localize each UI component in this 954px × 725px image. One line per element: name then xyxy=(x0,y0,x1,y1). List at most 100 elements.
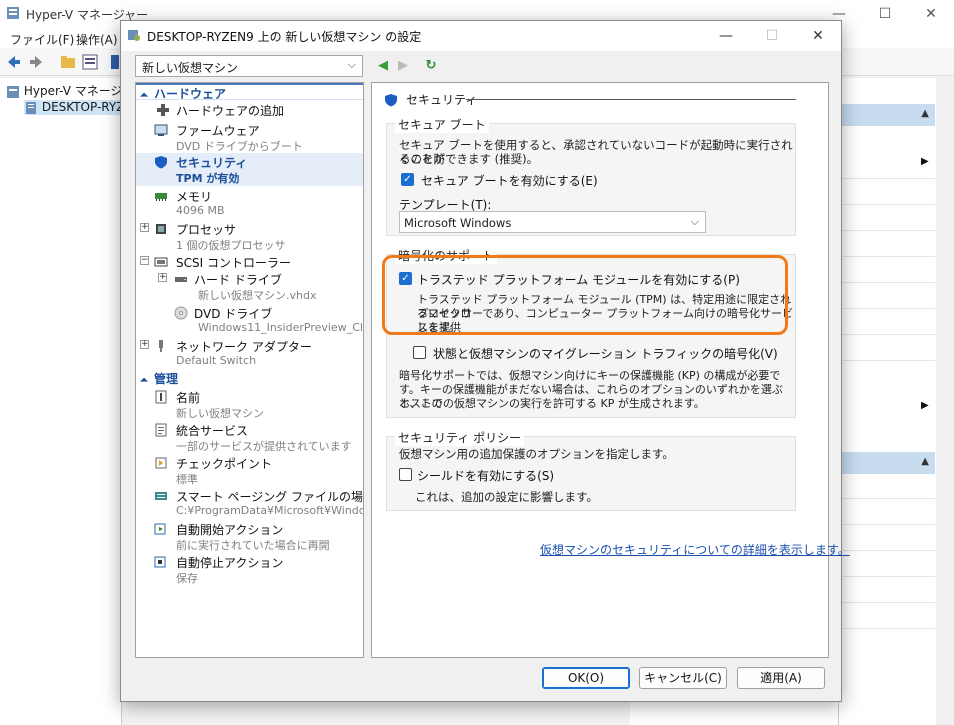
scsi-controller-icon xyxy=(154,257,168,267)
menu-action[interactable]: 操作(A) xyxy=(76,31,118,48)
bg-scrollbar[interactable] xyxy=(936,78,954,725)
refresh-icon[interactable]: ↻ xyxy=(423,57,439,73)
name-icon xyxy=(155,390,167,404)
migration-encryption-checkbox[interactable] xyxy=(413,346,426,359)
bg-submenu-arrow-icon[interactable]: ▶ xyxy=(921,400,929,411)
management-section-header[interactable]: ⏶ 管理 xyxy=(136,370,363,387)
bg-divider xyxy=(839,230,935,231)
vm-selector-value: 新しい仮想マシン xyxy=(142,61,239,75)
smart-paging-icon xyxy=(155,492,167,500)
security-policy-group: セキュリティ ポリシー 仮想マシン用の追加保護のオプションを指定します。 シール… xyxy=(386,429,796,511)
list-item-scsi-controller[interactable]: − SCSI コントローラー xyxy=(136,253,363,271)
secure-boot-group-label: セキュア ブート xyxy=(395,116,489,133)
template-dropdown[interactable]: Microsoft Windows ⌵ xyxy=(399,211,706,233)
hyperv-manager-icon xyxy=(7,85,19,98)
settings-list: ⏶ ハードウェア ハードウェアの追加 ファームウェア DVD ドライブからブート … xyxy=(135,82,364,658)
security-settings-pane: セキュリティ セキュア ブート セキュア ブートを使用すると、承認されていないコ… xyxy=(371,82,850,658)
add-hardware-icon xyxy=(157,104,169,116)
apply-button[interactable]: 適用(A) xyxy=(737,667,825,689)
list-item-name[interactable]: 名前 新しい仮想マシン xyxy=(136,388,363,420)
expand-icon[interactable]: + xyxy=(140,340,149,349)
bg-divider xyxy=(839,360,935,361)
menu-file[interactable]: ファイル(F) xyxy=(10,31,74,48)
tree-host-label: DESKTOP-RYZ xyxy=(41,100,125,114)
list-item-network-adapter[interactable]: + ネットワーク アダプター Default Switch xyxy=(136,337,363,369)
previous-arrow-icon[interactable]: ◀ xyxy=(375,57,391,73)
folder-icon[interactable] xyxy=(60,54,76,70)
bg-tree-pane: Hyper-V マネージャー DESKTOP-RYZ xyxy=(0,78,146,725)
list-item-firmware[interactable]: ファームウェア DVD ドライブからブート xyxy=(136,121,363,153)
dialog-title: DESKTOP-RYZEN9 上の 新しい仮想マシン の設定 xyxy=(147,30,422,44)
list-item-hard-drive[interactable]: + ハード ドライブ 新しい仮想マシン.vhdx xyxy=(136,270,363,302)
hyperv-app-icon xyxy=(7,7,19,19)
settings-app-icon xyxy=(128,30,140,41)
shield-checkbox[interactable] xyxy=(399,468,412,481)
bg-divider xyxy=(839,628,935,629)
kp-desc-1: 暗号化サポートでは、仮想マシン向けにキーの保護機能 (KP) の構成が必要で xyxy=(399,369,781,382)
collapse-icon[interactable]: − xyxy=(140,256,149,265)
expand-icon[interactable]: + xyxy=(158,273,167,282)
forward-arrow-icon[interactable] xyxy=(28,54,44,70)
list-item-memory[interactable]: メモリ 4096 MB xyxy=(136,187,363,219)
bg-divider xyxy=(839,524,935,525)
list-item-add-hardware[interactable]: ハードウェアの追加 xyxy=(136,101,363,119)
bg-divider xyxy=(839,204,935,205)
hardware-section-header[interactable]: ⏶ ハードウェア xyxy=(136,83,363,101)
bg-submenu-arrow-icon[interactable]: ▶ xyxy=(921,156,929,167)
bg-actions-header-2[interactable]: ▲ xyxy=(839,452,935,474)
bg-actions-header-1[interactable]: ▲ xyxy=(839,104,935,126)
dialog-titlebar: DESKTOP-RYZEN9 上の 新しい仮想マシン の設定 — ☐ ✕ xyxy=(121,21,841,51)
bg-divider xyxy=(839,334,935,335)
vm-selector[interactable]: 新しい仮想マシン ⌵ xyxy=(135,55,363,77)
bg-close-button[interactable]: ✕ xyxy=(908,0,954,28)
integration-services-icon xyxy=(155,423,167,437)
view-icon[interactable] xyxy=(82,54,98,70)
list-item-checkpoint[interactable]: チェックポイント 標準 xyxy=(136,454,363,486)
list-item-auto-stop[interactable]: 自動停止アクション 保存 xyxy=(136,553,363,585)
hard-drive-icon xyxy=(175,277,187,282)
bg-divider xyxy=(839,550,935,551)
dialog-minimize-button[interactable]: — xyxy=(703,21,749,51)
checkpoint-icon xyxy=(155,457,167,469)
bg-divider xyxy=(839,602,935,603)
memory-icon xyxy=(155,193,167,201)
security-policy-group-label: セキュリティ ポリシー xyxy=(395,429,525,446)
collapse-icon: ⏶ xyxy=(140,375,148,386)
back-arrow-icon[interactable] xyxy=(6,54,22,70)
cancel-button[interactable]: キャンセル(C) xyxy=(639,667,727,689)
tpm-highlight-annotation xyxy=(382,255,788,335)
kp-desc-3: ホストでの仮想マシンの実行を許可する KP が生成されます。 xyxy=(399,397,705,410)
bg-divider xyxy=(839,576,935,577)
secure-boot-checkbox-label[interactable]: セキュア ブートを有効にする(E) xyxy=(421,172,598,189)
server-icon xyxy=(26,101,36,114)
bg-maximize-button[interactable]: ☐ xyxy=(862,0,908,28)
list-item-dvd-drive[interactable]: DVD ドライブ Windows11_InsiderPreview_Cl... xyxy=(136,304,363,336)
secure-boot-group: セキュア ブート セキュア ブートを使用すると、承認されていないコードが起動時に… xyxy=(386,116,796,236)
network-adapter-icon xyxy=(159,340,163,352)
bg-divider xyxy=(839,282,935,283)
list-item-processor[interactable]: + プロセッサ 1 個の仮想プロセッサ xyxy=(136,220,363,252)
tree-host-desktop[interactable]: DESKTOP-RYZ xyxy=(24,100,125,115)
security-policy-desc: 仮想マシン用の追加保護のオプションを指定します。 xyxy=(399,447,674,461)
expand-icon[interactable]: + xyxy=(140,223,149,232)
security-details-link[interactable]: 仮想マシンのセキュリティについての詳細を表示します。 xyxy=(540,541,850,558)
dialog-close-button[interactable]: ✕ xyxy=(795,21,841,51)
firmware-icon xyxy=(154,124,168,136)
secure-boot-checkbox[interactable]: ✓ xyxy=(401,173,414,186)
shield-checkbox-label[interactable]: シールドを有効にする(S) xyxy=(417,467,554,484)
section-title: セキュリティ xyxy=(384,91,796,108)
shield-icon xyxy=(385,93,397,106)
collapse-icon: ⏶ xyxy=(140,90,148,101)
processor-icon xyxy=(156,224,166,234)
template-dropdown-value: Microsoft Windows xyxy=(404,216,512,230)
bg-status-strip xyxy=(630,700,838,725)
list-item-auto-start[interactable]: 自動開始アクション 前に実行されていた場合に再開 xyxy=(136,520,363,552)
list-item-integration-services[interactable]: 統合サービス 一部のサービスが提供されています xyxy=(136,421,363,453)
list-item-security[interactable]: セキュリティ TPM が有効 xyxy=(136,153,363,186)
list-item-smart-paging[interactable]: スマート ページング ファイルの場所 C:¥ProgramData¥Micros… xyxy=(136,487,363,519)
migration-encryption-label[interactable]: 状態と仮想マシンのマイグレーション トラフィックの暗号化(V) xyxy=(433,345,778,362)
auto-stop-icon xyxy=(154,556,166,568)
next-arrow-icon[interactable]: ▶ xyxy=(395,57,411,73)
chevron-down-icon: ⌵ xyxy=(690,215,699,228)
ok-button[interactable]: OK(O) xyxy=(542,667,630,689)
